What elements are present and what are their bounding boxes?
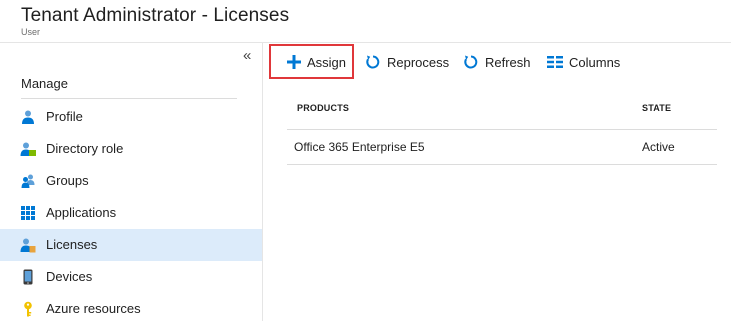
- reprocess-icon: [366, 55, 380, 69]
- sidebar-nav: Profile Directory role Groups Applicatio…: [0, 101, 262, 325]
- directory-role-icon: [20, 142, 36, 156]
- groups-icon: [21, 174, 35, 188]
- page-title: Tenant Administrator - Licenses: [21, 5, 290, 26]
- sidebar-item-label: Profile: [46, 109, 83, 124]
- key-icon: [24, 301, 32, 317]
- product-cell: Office 365 Enterprise E5: [294, 140, 425, 154]
- sidebar-item-label: Licenses: [46, 237, 98, 252]
- header-divider: [287, 129, 717, 130]
- page-subtitle: User: [21, 27, 41, 37]
- sidebar-item-label: Directory role: [46, 141, 124, 156]
- section-divider: [21, 98, 237, 99]
- page-header: Tenant Administrator - Licenses User: [0, 0, 731, 43]
- columns-label: Columns: [569, 54, 621, 70]
- column-header-products[interactable]: PRODUCTS: [297, 103, 349, 113]
- reprocess-label: Reprocess: [387, 54, 450, 70]
- columns-icon: [547, 56, 563, 68]
- collapse-sidebar-icon[interactable]: «: [243, 47, 251, 64]
- refresh-label: Refresh: [485, 54, 531, 70]
- assign-label: Assign: [307, 54, 347, 70]
- reprocess-button[interactable]: Reprocess: [365, 43, 449, 81]
- sidebar-item-label: Groups: [46, 173, 89, 188]
- user-profile-icon: [22, 110, 34, 124]
- sidebar-item-label: Applications: [46, 205, 117, 220]
- sidebar-item-azure-resources[interactable]: Azure resources: [0, 293, 262, 325]
- row-divider: [287, 164, 717, 165]
- devices-icon: [23, 269, 33, 285]
- sidebar: « Manage Profile Directory role Groups A…: [0, 43, 263, 321]
- refresh-icon: [464, 55, 478, 69]
- sidebar-item-directory-role[interactable]: Directory role: [0, 133, 262, 165]
- sidebar-item-label: Azure resources: [46, 301, 141, 316]
- sidebar-item-devices[interactable]: Devices: [0, 261, 262, 293]
- columns-button[interactable]: Columns: [547, 43, 620, 81]
- refresh-button[interactable]: Refresh: [463, 43, 531, 81]
- command-toolbar: Assign Reprocess Refresh Columns: [263, 43, 731, 81]
- section-heading-manage: Manage: [21, 76, 68, 91]
- sidebar-item-groups[interactable]: Groups: [0, 165, 262, 197]
- sidebar-item-applications[interactable]: Applications: [0, 197, 262, 229]
- sidebar-item-licenses[interactable]: Licenses: [0, 229, 262, 261]
- sidebar-item-profile[interactable]: Profile: [0, 101, 262, 133]
- assign-button[interactable]: Assign: [287, 43, 346, 81]
- applications-grid-icon: [21, 206, 35, 220]
- plus-icon: [287, 55, 301, 69]
- column-header-state[interactable]: STATE: [642, 103, 671, 113]
- sidebar-item-label: Devices: [46, 269, 93, 284]
- state-cell: Active: [642, 140, 675, 154]
- licenses-icon: [20, 238, 36, 253]
